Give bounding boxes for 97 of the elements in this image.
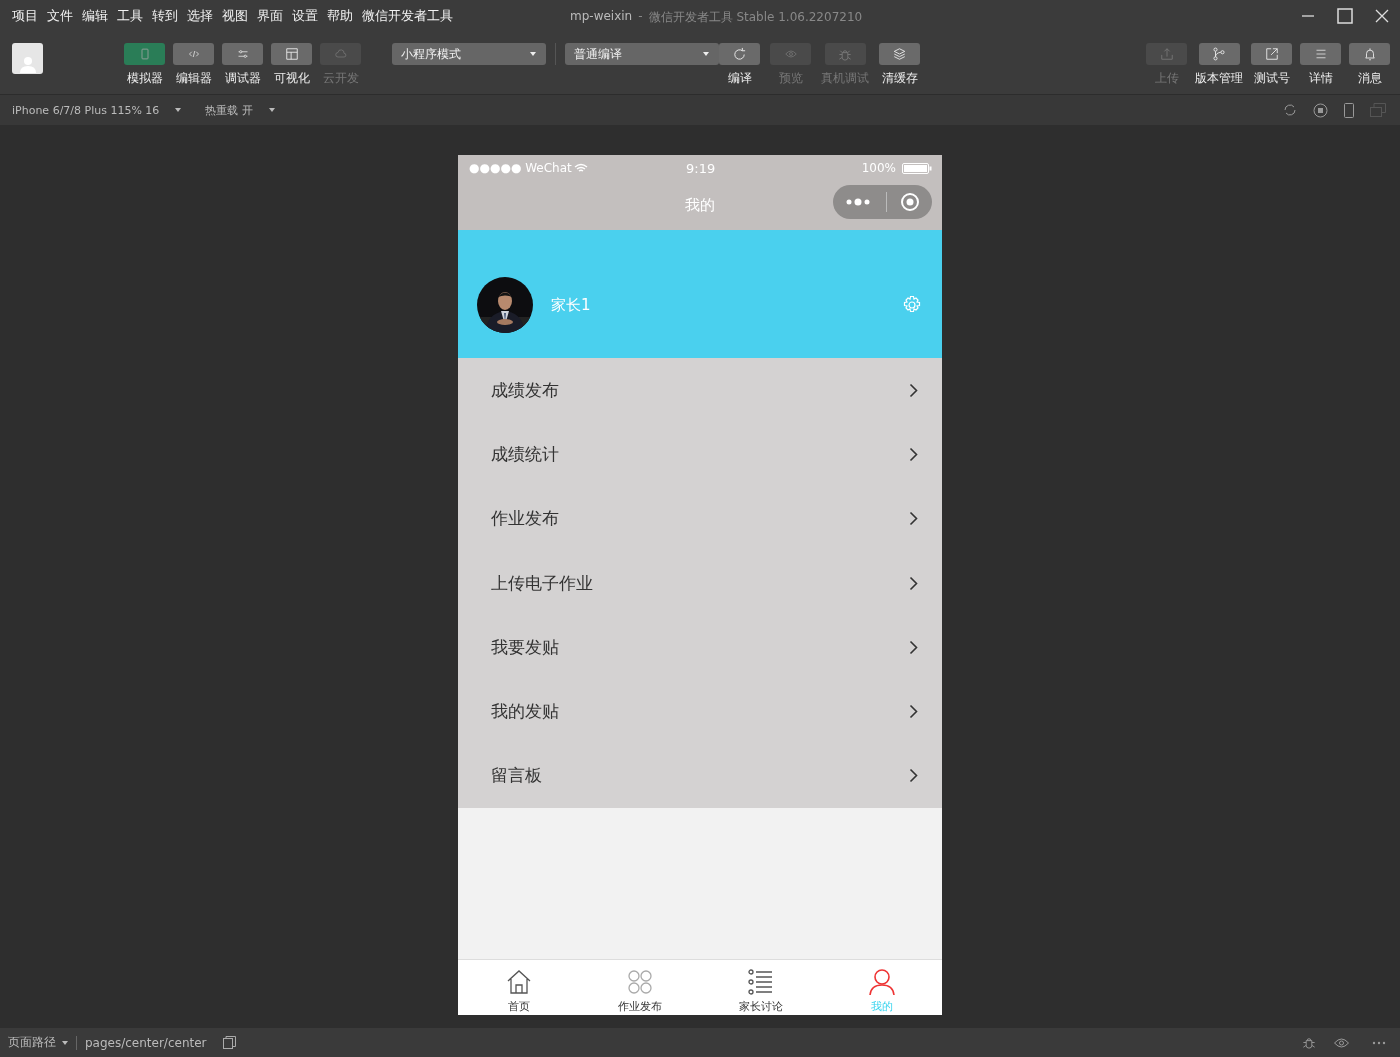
- chevron-right-icon: [909, 511, 918, 527]
- chevron-right-icon: [909, 382, 918, 398]
- menu-row[interactable]: 成绩发布: [458, 358, 942, 423]
- chevron-right-icon: [909, 704, 918, 720]
- toolbar-button[interactable]: [1198, 43, 1240, 65]
- title-separator: -: [638, 9, 643, 25]
- toolbar-button[interactable]: [271, 43, 312, 65]
- chevron-right-icon: [909, 639, 918, 655]
- branch-icon: [1212, 47, 1226, 61]
- toolbar-label: 清缓存: [881, 70, 918, 87]
- menu-item[interactable]: 选择: [187, 7, 213, 25]
- copy-icon[interactable]: [222, 1036, 236, 1049]
- menu-item[interactable]: 项目: [12, 7, 38, 25]
- toolbar-label: 详情: [1308, 70, 1333, 87]
- toolbar-button[interactable]: [1349, 43, 1390, 65]
- menu-item[interactable]: 文件: [47, 7, 73, 25]
- caret-icon: [62, 1040, 68, 1045]
- menu-row-label: 我的发贴: [491, 700, 559, 724]
- menu-item[interactable]: 界面: [257, 7, 283, 25]
- carrier-label: ●●●●● WeChat: [469, 161, 572, 175]
- page-title: 我的: [685, 196, 715, 215]
- layers-icon: [892, 47, 907, 61]
- caret-icon: [703, 52, 709, 56]
- clover-icon: [625, 968, 654, 996]
- layout-icon: [284, 47, 299, 61]
- toolbar-label: 模拟器: [126, 70, 163, 87]
- menu-row[interactable]: 留言板: [458, 743, 942, 809]
- window-subtitle: 微信开发者工具 Stable 1.06.2207210: [648, 9, 863, 26]
- menu-row-label: 上传电子作业: [491, 571, 593, 595]
- battery-percent: 100%: [861, 161, 896, 175]
- menu-row-label: 留言板: [491, 764, 542, 788]
- menu-item[interactable]: 工具: [117, 7, 143, 25]
- battery-icon: [902, 162, 932, 174]
- chevron-right-icon: [909, 768, 918, 784]
- toolbar-label: 调试器: [224, 70, 261, 87]
- cloud-icon: [332, 48, 349, 60]
- status-time: 9:19: [686, 160, 716, 176]
- phone-icon[interactable]: [1344, 102, 1354, 118]
- hot-reload-dropdown[interactable]: 热重载 开: [205, 102, 253, 118]
- toolbar-label: 云开发: [322, 70, 359, 87]
- menu-item[interactable]: 转到: [152, 7, 178, 25]
- caret-icon: [530, 52, 536, 56]
- toolbar-button[interactable]: [1251, 43, 1292, 65]
- chevron-right-icon: [909, 446, 918, 462]
- tab-bar-item[interactable]: 首页: [458, 960, 579, 1015]
- upload-icon: [1159, 47, 1174, 61]
- menu-item[interactable]: 视图: [222, 7, 248, 25]
- bug-icon[interactable]: [1301, 1035, 1317, 1050]
- user-icon: [867, 968, 896, 996]
- menu-row-label: 作业发布: [491, 507, 559, 531]
- device-dropdown[interactable]: iPhone 6/7/8 Plus 115% 16: [12, 103, 160, 117]
- external-link-icon: [1264, 47, 1279, 61]
- menu-row-label: 成绩发布: [491, 378, 559, 402]
- rotate-icon[interactable]: [1283, 103, 1297, 117]
- user-name: 家长1: [551, 295, 591, 315]
- menu-row[interactable]: 成绩统计: [458, 422, 942, 487]
- page-path: pages/center/center: [85, 1035, 207, 1050]
- menu-row[interactable]: 作业发布: [458, 486, 942, 551]
- menu-item[interactable]: 设置: [292, 7, 318, 25]
- toolbar-label: 编译: [727, 70, 752, 87]
- toolbar-label: 可视化: [273, 70, 310, 87]
- menu-item[interactable]: 帮助: [327, 7, 353, 25]
- eye-icon[interactable]: [1333, 1036, 1350, 1049]
- toolbar-label: 消息: [1357, 70, 1382, 87]
- toolbar-label: 版本管理: [1195, 70, 1243, 87]
- window-title: mp-weixin: [570, 9, 633, 25]
- chevron-right-icon: [909, 575, 918, 591]
- mode-dropdown[interactable]: 小程序模式: [392, 43, 546, 65]
- menu-row-label: 成绩统计: [491, 442, 559, 466]
- close-icon[interactable]: [1375, 9, 1389, 23]
- toolbar-button[interactable]: [222, 43, 263, 65]
- settings-icon[interactable]: [902, 295, 922, 315]
- menu-row[interactable]: 我的发贴: [458, 679, 942, 744]
- wifi-icon: [573, 163, 588, 173]
- tab-bar-item[interactable]: 作业发布: [579, 960, 700, 1015]
- toolbar-label: 测试号: [1253, 70, 1290, 87]
- menu-item[interactable]: 编辑: [82, 7, 108, 25]
- page-path-dropdown[interactable]: 页面路径: [8, 1034, 56, 1051]
- close-target-icon[interactable]: [899, 192, 920, 212]
- toolbar-label: 编辑器: [175, 70, 212, 87]
- phone-icon: [138, 47, 151, 61]
- bell-icon: [1362, 46, 1377, 62]
- list-icon: [746, 968, 775, 996]
- menu-item[interactable]: 微信开发者工具: [362, 7, 453, 25]
- refresh-icon: [732, 46, 747, 62]
- caret-icon: [175, 108, 182, 112]
- windows-icon[interactable]: [1370, 103, 1386, 117]
- toolbar-button[interactable]: [879, 43, 920, 65]
- caret-icon: [268, 108, 275, 112]
- tab-bar-item[interactable]: 家长讨论: [700, 960, 821, 1015]
- record-icon[interactable]: [1313, 102, 1328, 118]
- menu-row-label: 我要发贴: [491, 635, 559, 659]
- maximize-icon[interactable]: [1337, 8, 1353, 24]
- compile-dropdown[interactable]: 普通编译: [565, 43, 719, 65]
- menu-row[interactable]: 我要发贴: [458, 615, 942, 680]
- more-icon[interactable]: [1372, 1040, 1386, 1045]
- menu-row[interactable]: 上传电子作业: [458, 550, 942, 616]
